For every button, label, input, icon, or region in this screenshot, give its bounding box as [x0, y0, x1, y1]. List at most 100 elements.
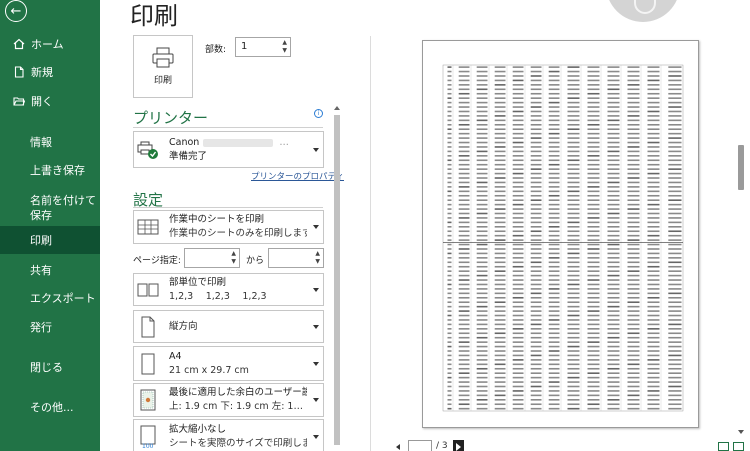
- nav-open[interactable]: 開く: [0, 87, 100, 115]
- nav-close[interactable]: 閉じる: [0, 353, 100, 381]
- table-cell: [494, 323, 506, 326]
- print-scope-dropdown[interactable]: 作業中のシートを印刷 作業中のシートのみを印刷します: [133, 210, 324, 244]
- table-cell: [668, 226, 682, 228]
- table-cell: [458, 163, 470, 166]
- table-cell: [548, 230, 560, 233]
- table-cell: [668, 390, 682, 392]
- nav-info[interactable]: 情報: [0, 128, 100, 156]
- table-cell: [668, 199, 682, 201]
- print-button[interactable]: 印刷: [133, 35, 193, 98]
- chevron-down-icon: [313, 398, 319, 402]
- table-cell: [607, 359, 620, 361]
- nav-export[interactable]: エクスポート: [0, 284, 100, 312]
- table-cell: [567, 350, 580, 352]
- printer-dropdown[interactable]: Canon … 準備完了: [133, 131, 324, 168]
- collation-dropdown[interactable]: 部単位で印刷 1,2,3 1,2,3 1,2,3: [133, 273, 324, 306]
- nav-publish[interactable]: 発行: [0, 313, 100, 341]
- preview-scrollbar[interactable]: [737, 0, 746, 451]
- table-cell: [647, 341, 660, 343]
- table-cell: [587, 84, 600, 86]
- table-cell: [647, 336, 660, 339]
- table-cell: [668, 190, 682, 193]
- table-cell: [494, 168, 506, 170]
- table-cell: [458, 328, 470, 330]
- pages-to-input[interactable]: ▲ ▼: [268, 248, 324, 268]
- table-cell: [530, 217, 542, 219]
- table-cell: [512, 252, 524, 255]
- table-cell: [567, 234, 580, 237]
- stepper-down-icon[interactable]: ▼: [282, 48, 287, 54]
- table-cell: [494, 270, 506, 272]
- table-cell: [458, 372, 470, 374]
- printer-heading: プリンター: [133, 109, 209, 127]
- table-cell: [567, 212, 580, 215]
- paper-size-dropdown[interactable]: A4 21 cm x 29.7 cm: [133, 346, 324, 381]
- table-cell: [494, 279, 506, 281]
- table-cell: [607, 75, 620, 77]
- nav-more[interactable]: その他...: [0, 393, 100, 421]
- nav-print[interactable]: 印刷: [0, 226, 100, 254]
- table-cell: [458, 390, 470, 392]
- page-number-input[interactable]: [408, 440, 432, 451]
- nav-save[interactable]: 上書き保存: [0, 156, 100, 184]
- settings-scroll-thumb[interactable]: [334, 115, 340, 445]
- nav-share[interactable]: 共有: [0, 256, 100, 284]
- back-button[interactable]: ←: [5, 0, 27, 22]
- table-cell: [668, 336, 682, 339]
- table-cell: [458, 230, 470, 233]
- table-cell: [548, 243, 560, 246]
- settings-scrollbar[interactable]: [333, 106, 341, 451]
- margins-dropdown[interactable]: 最後に適用した余白のユーザー設定 上: 1.9 cm 下: 1.9 cm 左: …: [133, 383, 324, 417]
- table-cell: [668, 119, 682, 122]
- stepper-up-icon[interactable]: ▲: [282, 40, 287, 46]
- table-cell: [627, 288, 640, 290]
- info-icon[interactable]: i: [314, 109, 323, 118]
- nav-home[interactable]: ホーム: [0, 30, 100, 58]
- table-cell: [567, 296, 580, 299]
- copies-stepper[interactable]: 1 ▲ ▼: [235, 37, 291, 57]
- nav-save-as[interactable]: 名前を付けて保存: [0, 188, 96, 228]
- table-cell: [587, 186, 600, 188]
- table-cell: [668, 146, 682, 148]
- show-margins-button[interactable]: [718, 442, 729, 451]
- table-cell: [548, 376, 560, 379]
- scaling-dropdown[interactable]: 100 拡大縮小なし シートを実際のサイズで印刷します: [133, 419, 324, 451]
- table-cell: [548, 288, 560, 290]
- zoom-to-page-button[interactable]: [733, 442, 744, 451]
- table-cell: [530, 177, 542, 179]
- table-cell: [476, 372, 488, 374]
- table-cell: [530, 301, 542, 304]
- table-cell: [494, 119, 506, 122]
- table-cell: [494, 243, 506, 246]
- table-cell: [494, 177, 506, 179]
- table-cell: [587, 239, 600, 241]
- print-scope-text: 作業中のシートを印刷 作業中のシートのみを印刷します: [169, 213, 307, 241]
- page-title: 印刷: [130, 2, 178, 30]
- stepper-up-icon[interactable]: ▲: [231, 251, 236, 257]
- table-cell: [567, 314, 580, 317]
- table-cell: [530, 208, 542, 210]
- orientation-dropdown[interactable]: 縦方向: [133, 310, 324, 343]
- stepper-down-icon[interactable]: ▼: [231, 259, 236, 265]
- nav-new[interactable]: 新規: [0, 58, 100, 86]
- stepper-down-icon[interactable]: ▼: [315, 259, 320, 265]
- next-page-button[interactable]: [453, 440, 464, 451]
- pages-from-input[interactable]: ▲ ▼: [184, 248, 240, 268]
- preview-scroll-thumb[interactable]: [738, 145, 744, 190]
- previous-page-icon[interactable]: [396, 444, 400, 450]
- table-cell: [494, 319, 506, 321]
- stepper-up-icon[interactable]: ▲: [315, 251, 320, 257]
- scroll-down-icon[interactable]: [738, 430, 744, 434]
- sheet-grid-icon: [136, 215, 160, 239]
- table-cell: [627, 270, 640, 272]
- table-cell: [548, 328, 560, 330]
- table-cell: [587, 190, 600, 193]
- table-cell: [647, 270, 660, 272]
- scroll-up-icon[interactable]: [334, 106, 340, 110]
- table-cell: [668, 97, 682, 99]
- table-cell: [458, 257, 470, 259]
- printer-properties-link[interactable]: プリンターのプロパティ: [251, 170, 344, 182]
- table-cell: [607, 341, 620, 343]
- table-cell: [587, 350, 600, 352]
- table-cell: [587, 403, 600, 406]
